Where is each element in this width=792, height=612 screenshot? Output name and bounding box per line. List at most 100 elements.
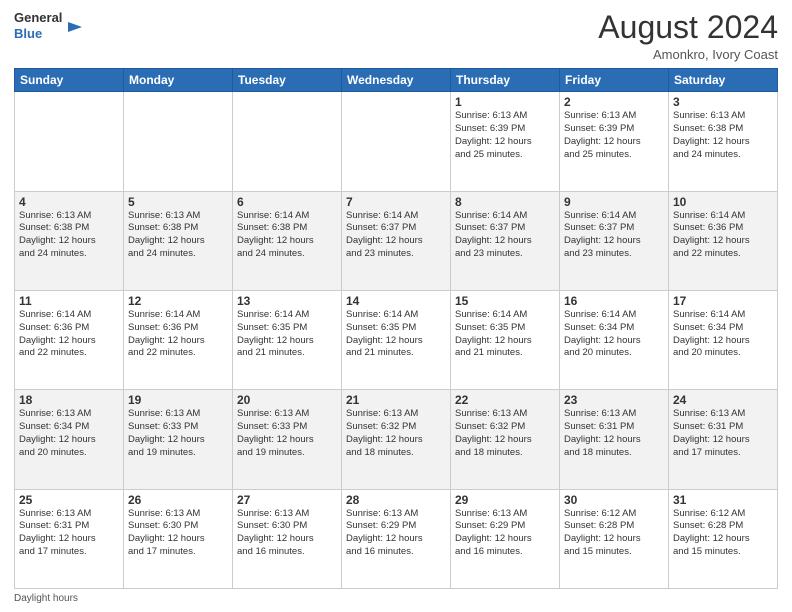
day-number: 15 (455, 294, 555, 308)
col-header-thursday: Thursday (451, 69, 560, 92)
footer-label: Daylight hours (14, 593, 78, 604)
day-info: Sunrise: 6:14 AM Sunset: 6:36 PM Dayligh… (128, 309, 228, 360)
calendar-cell: 19Sunrise: 6:13 AM Sunset: 6:33 PM Dayli… (124, 390, 233, 489)
day-number: 6 (237, 195, 337, 209)
day-info: Sunrise: 6:14 AM Sunset: 6:35 PM Dayligh… (455, 309, 555, 360)
logo-blue: Blue (14, 26, 42, 41)
calendar-week-row: 1Sunrise: 6:13 AM Sunset: 6:39 PM Daylig… (15, 92, 778, 191)
calendar-cell: 12Sunrise: 6:14 AM Sunset: 6:36 PM Dayli… (124, 290, 233, 389)
calendar-cell: 8Sunrise: 6:14 AM Sunset: 6:37 PM Daylig… (451, 191, 560, 290)
logo-general: General (14, 10, 62, 25)
calendar-cell: 30Sunrise: 6:12 AM Sunset: 6:28 PM Dayli… (560, 489, 669, 588)
day-info: Sunrise: 6:13 AM Sunset: 6:30 PM Dayligh… (237, 508, 337, 559)
calendar-cell: 27Sunrise: 6:13 AM Sunset: 6:30 PM Dayli… (233, 489, 342, 588)
calendar-cell: 4Sunrise: 6:13 AM Sunset: 6:38 PM Daylig… (15, 191, 124, 290)
day-number: 26 (128, 493, 228, 507)
day-number: 30 (564, 493, 664, 507)
calendar-cell: 26Sunrise: 6:13 AM Sunset: 6:30 PM Dayli… (124, 489, 233, 588)
day-number: 21 (346, 393, 446, 407)
calendar-cell: 6Sunrise: 6:14 AM Sunset: 6:38 PM Daylig… (233, 191, 342, 290)
day-number: 16 (564, 294, 664, 308)
calendar-cell: 21Sunrise: 6:13 AM Sunset: 6:32 PM Dayli… (342, 390, 451, 489)
day-info: Sunrise: 6:13 AM Sunset: 6:30 PM Dayligh… (128, 508, 228, 559)
day-info: Sunrise: 6:13 AM Sunset: 6:39 PM Dayligh… (564, 110, 664, 161)
col-header-sunday: Sunday (15, 69, 124, 92)
calendar-cell: 2Sunrise: 6:13 AM Sunset: 6:39 PM Daylig… (560, 92, 669, 191)
day-info: Sunrise: 6:13 AM Sunset: 6:39 PM Dayligh… (455, 110, 555, 161)
day-number: 23 (564, 393, 664, 407)
title-block: August 2024 Amonkro, Ivory Coast (598, 10, 778, 62)
calendar-week-row: 4Sunrise: 6:13 AM Sunset: 6:38 PM Daylig… (15, 191, 778, 290)
calendar-cell: 11Sunrise: 6:14 AM Sunset: 6:36 PM Dayli… (15, 290, 124, 389)
day-info: Sunrise: 6:14 AM Sunset: 6:34 PM Dayligh… (564, 309, 664, 360)
day-number: 17 (673, 294, 773, 308)
day-info: Sunrise: 6:13 AM Sunset: 6:33 PM Dayligh… (128, 408, 228, 459)
day-info: Sunrise: 6:13 AM Sunset: 6:33 PM Dayligh… (237, 408, 337, 459)
day-number: 7 (346, 195, 446, 209)
day-number: 3 (673, 95, 773, 109)
calendar-cell: 15Sunrise: 6:14 AM Sunset: 6:35 PM Dayli… (451, 290, 560, 389)
calendar-cell: 18Sunrise: 6:13 AM Sunset: 6:34 PM Dayli… (15, 390, 124, 489)
day-info: Sunrise: 6:13 AM Sunset: 6:38 PM Dayligh… (128, 210, 228, 261)
day-number: 10 (673, 195, 773, 209)
day-number: 19 (128, 393, 228, 407)
col-header-friday: Friday (560, 69, 669, 92)
day-number: 29 (455, 493, 555, 507)
day-number: 9 (564, 195, 664, 209)
day-info: Sunrise: 6:14 AM Sunset: 6:36 PM Dayligh… (673, 210, 773, 261)
day-number: 31 (673, 493, 773, 507)
day-info: Sunrise: 6:13 AM Sunset: 6:38 PM Dayligh… (19, 210, 119, 261)
calendar-cell: 20Sunrise: 6:13 AM Sunset: 6:33 PM Dayli… (233, 390, 342, 489)
day-number: 11 (19, 294, 119, 308)
day-number: 4 (19, 195, 119, 209)
day-info: Sunrise: 6:14 AM Sunset: 6:37 PM Dayligh… (455, 210, 555, 261)
day-info: Sunrise: 6:13 AM Sunset: 6:34 PM Dayligh… (19, 408, 119, 459)
day-info: Sunrise: 6:13 AM Sunset: 6:29 PM Dayligh… (455, 508, 555, 559)
calendar-cell: 28Sunrise: 6:13 AM Sunset: 6:29 PM Dayli… (342, 489, 451, 588)
calendar-week-row: 18Sunrise: 6:13 AM Sunset: 6:34 PM Dayli… (15, 390, 778, 489)
day-number: 2 (564, 95, 664, 109)
day-info: Sunrise: 6:14 AM Sunset: 6:37 PM Dayligh… (564, 210, 664, 261)
day-info: Sunrise: 6:13 AM Sunset: 6:32 PM Dayligh… (346, 408, 446, 459)
day-info: Sunrise: 6:14 AM Sunset: 6:35 PM Dayligh… (237, 309, 337, 360)
day-number: 18 (19, 393, 119, 407)
calendar-week-row: 25Sunrise: 6:13 AM Sunset: 6:31 PM Dayli… (15, 489, 778, 588)
calendar-cell: 9Sunrise: 6:14 AM Sunset: 6:37 PM Daylig… (560, 191, 669, 290)
day-info: Sunrise: 6:13 AM Sunset: 6:31 PM Dayligh… (564, 408, 664, 459)
day-info: Sunrise: 6:14 AM Sunset: 6:35 PM Dayligh… (346, 309, 446, 360)
day-info: Sunrise: 6:14 AM Sunset: 6:36 PM Dayligh… (19, 309, 119, 360)
day-number: 13 (237, 294, 337, 308)
day-info: Sunrise: 6:14 AM Sunset: 6:38 PM Dayligh… (237, 210, 337, 261)
day-info: Sunrise: 6:12 AM Sunset: 6:28 PM Dayligh… (673, 508, 773, 559)
calendar-cell: 5Sunrise: 6:13 AM Sunset: 6:38 PM Daylig… (124, 191, 233, 290)
day-number: 24 (673, 393, 773, 407)
footer: Daylight hours (14, 593, 778, 604)
day-info: Sunrise: 6:13 AM Sunset: 6:31 PM Dayligh… (673, 408, 773, 459)
calendar-cell: 22Sunrise: 6:13 AM Sunset: 6:32 PM Dayli… (451, 390, 560, 489)
month-year: August 2024 (598, 10, 778, 45)
header: General Blue August 2024 Amonkro, Ivory … (14, 10, 778, 62)
calendar-cell: 7Sunrise: 6:14 AM Sunset: 6:37 PM Daylig… (342, 191, 451, 290)
day-number: 1 (455, 95, 555, 109)
calendar-week-row: 11Sunrise: 6:14 AM Sunset: 6:36 PM Dayli… (15, 290, 778, 389)
calendar-cell: 23Sunrise: 6:13 AM Sunset: 6:31 PM Dayli… (560, 390, 669, 489)
col-header-tuesday: Tuesday (233, 69, 342, 92)
day-info: Sunrise: 6:14 AM Sunset: 6:34 PM Dayligh… (673, 309, 773, 360)
day-number: 5 (128, 195, 228, 209)
day-number: 28 (346, 493, 446, 507)
calendar-cell: 3Sunrise: 6:13 AM Sunset: 6:38 PM Daylig… (669, 92, 778, 191)
col-header-saturday: Saturday (669, 69, 778, 92)
logo-arrow-icon (66, 18, 84, 36)
page: General Blue August 2024 Amonkro, Ivory … (0, 0, 792, 612)
day-info: Sunrise: 6:13 AM Sunset: 6:32 PM Dayligh… (455, 408, 555, 459)
day-info: Sunrise: 6:13 AM Sunset: 6:29 PM Dayligh… (346, 508, 446, 559)
day-info: Sunrise: 6:13 AM Sunset: 6:38 PM Dayligh… (673, 110, 773, 161)
day-number: 8 (455, 195, 555, 209)
day-number: 27 (237, 493, 337, 507)
calendar-cell (342, 92, 451, 191)
col-header-wednesday: Wednesday (342, 69, 451, 92)
logo: General Blue (14, 10, 84, 41)
calendar-cell: 10Sunrise: 6:14 AM Sunset: 6:36 PM Dayli… (669, 191, 778, 290)
calendar-cell: 24Sunrise: 6:13 AM Sunset: 6:31 PM Dayli… (669, 390, 778, 489)
calendar-cell: 25Sunrise: 6:13 AM Sunset: 6:31 PM Dayli… (15, 489, 124, 588)
